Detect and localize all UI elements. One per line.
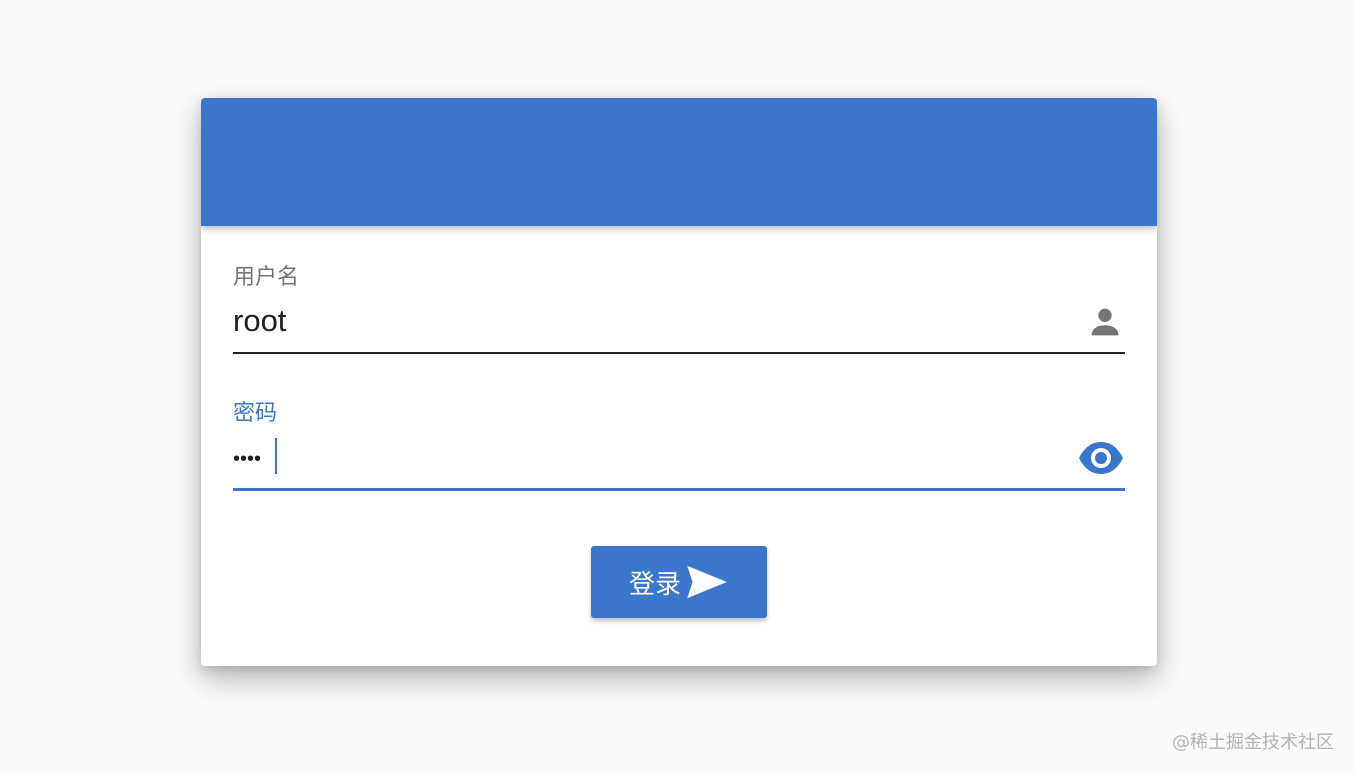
password-input[interactable]: •••• — [233, 440, 261, 478]
login-button-label: 登录 — [628, 569, 681, 600]
eye-icon[interactable] — [1077, 438, 1125, 478]
card-header — [201, 98, 1157, 226]
password-underline — [233, 488, 1125, 491]
login-card: 用户名 root 密码 •••• 登录 — [201, 98, 1157, 666]
text-caret — [275, 438, 277, 474]
password-label: 密码 — [233, 401, 278, 426]
username-underline — [233, 352, 1125, 354]
username-input[interactable]: root — [233, 302, 286, 340]
login-button[interactable]: 登录 — [591, 546, 767, 618]
username-label: 用户名 — [233, 265, 300, 290]
send-icon — [685, 564, 729, 600]
person-icon — [1085, 302, 1125, 342]
watermark: @稀土掘金技术社区 — [1172, 732, 1334, 753]
